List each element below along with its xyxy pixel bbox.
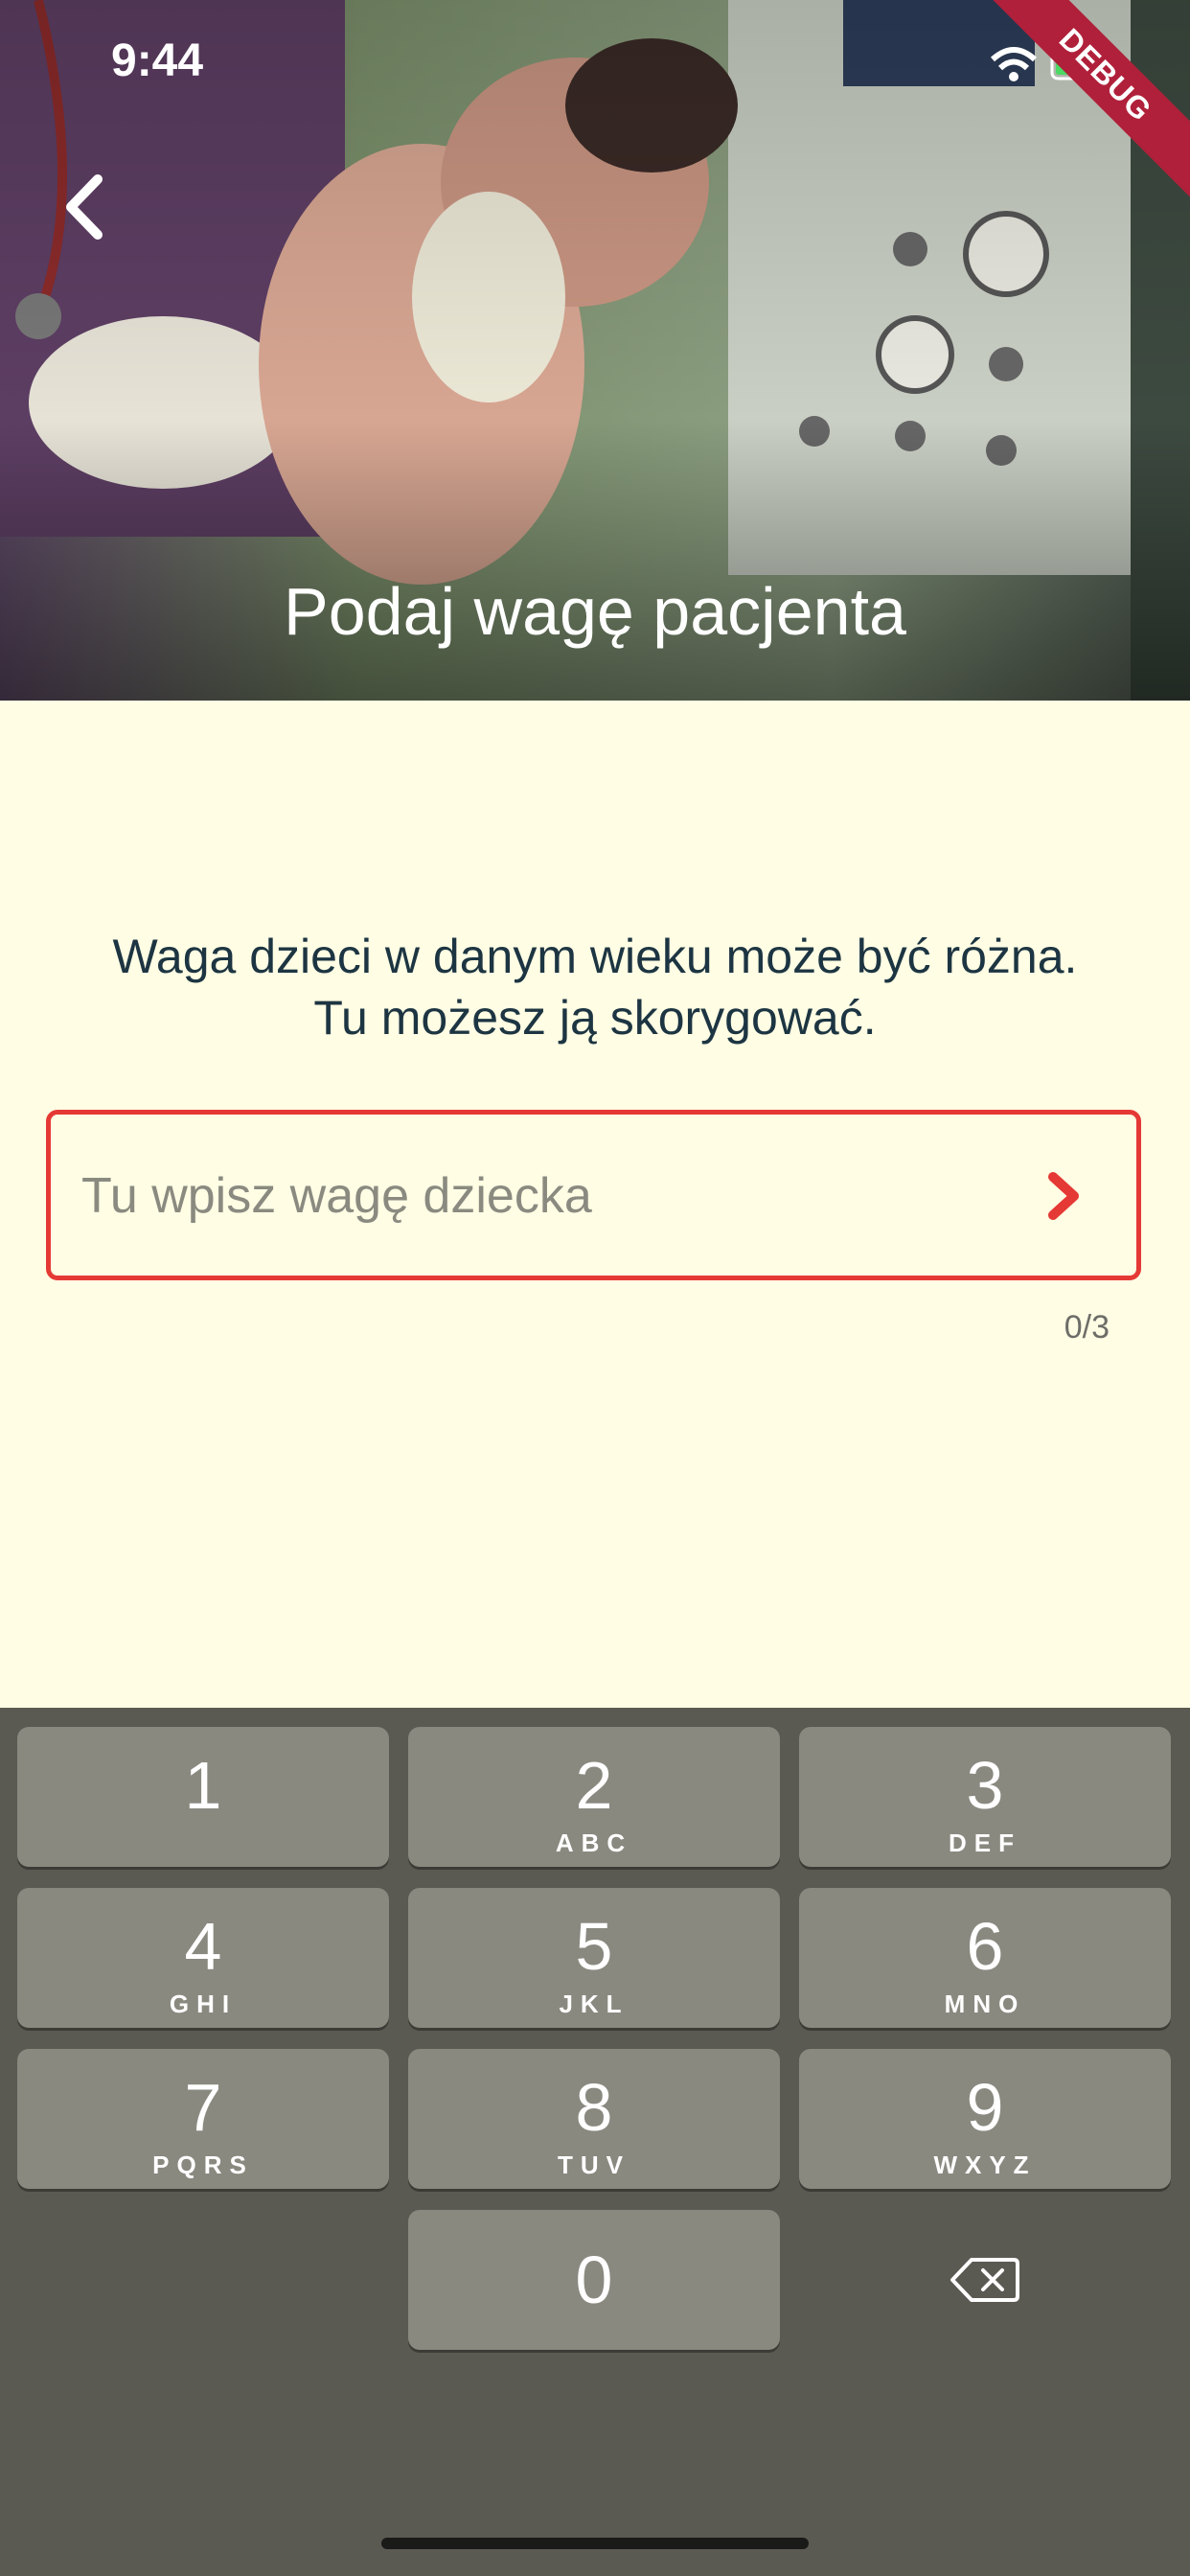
key-digit: 3 [966,1748,1004,1823]
weight-input[interactable] [80,1115,1022,1277]
chevron-right-icon [1048,1172,1079,1220]
key-4[interactable]: 4 GHI [17,1888,389,2028]
key-1[interactable]: 1 [17,1727,389,1867]
back-button[interactable] [50,169,117,245]
key-digit: 2 [575,1748,613,1823]
status-time: 9:44 [111,35,204,86]
key-digit: 8 [575,2070,613,2145]
info-text: Waga dzieci w danym wieku może być różna… [38,926,1152,1048]
key-digit: 5 [575,1909,613,1984]
key-letters: MNO [944,1990,1026,2018]
delete-key[interactable] [799,2210,1171,2350]
chevron-left-icon [66,174,103,240]
key-8[interactable]: 8 TUV [408,2049,780,2189]
key-letters: TUV [558,2150,630,2179]
info-line-1: Waga dzieci w danym wieku może być różna… [112,930,1078,983]
home-indicator[interactable] [381,2538,809,2549]
key-letters: JKL [559,1990,629,2018]
character-counter: 0/3 [1064,1309,1110,1346]
key-digit: 0 [575,2242,613,2317]
key-5[interactable]: 5 JKL [408,1888,780,2028]
backspace-icon [950,2258,1019,2302]
key-9[interactable]: 9 WXYZ [799,2049,1171,2189]
submit-button[interactable] [1031,1162,1098,1230]
key-3[interactable]: 3 DEF [799,1727,1171,1867]
key-letters: GHI [169,1990,238,2018]
key-letters: DEF [949,1828,1021,1857]
hero-banner: 9:44 DEBUG Podaj wagę pacjenta [0,0,1190,701]
page-title: Podaj wagę pacjenta [284,574,906,649]
key-letters: WXYZ [933,2150,1037,2179]
key-digit: 9 [966,2070,1004,2145]
status-bar: 9:44 DEBUG [0,0,1190,217]
key-6[interactable]: 6 MNO [799,1888,1171,2028]
wifi-icon [990,47,1038,81]
key-letters: PQRS [152,2150,254,2179]
weight-field[interactable] [46,1110,1141,1280]
key-digit: 7 [184,2070,222,2145]
key-2[interactable]: 2 ABC [408,1727,780,1867]
key-digit: 6 [966,1909,1004,1984]
info-line-2: Tu możesz ją skorygować. [313,991,877,1045]
key-7[interactable]: 7 PQRS [17,2049,389,2189]
key-digit: 1 [184,1748,222,1823]
key-letters: ABC [555,1828,633,1857]
key-0[interactable]: 0 [408,2210,780,2350]
key-digit: 4 [184,1909,222,1984]
